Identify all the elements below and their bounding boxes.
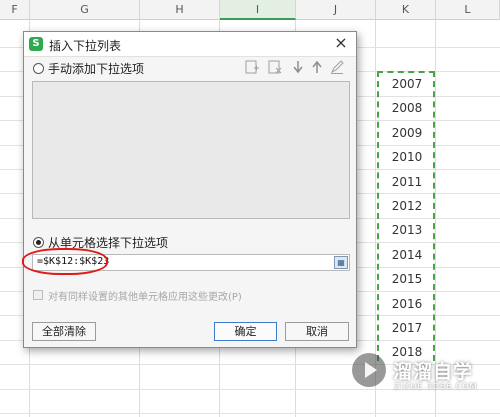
column-k-cell[interactable]: 2016	[378, 292, 436, 316]
ok-button[interactable]: 确定	[214, 322, 277, 341]
column-header-g[interactable]: G	[30, 0, 140, 20]
insert-dropdown-dialog: S 插入下拉列表 × 手动添加下拉选项 从单元格选择下拉选项 =$K$12:$K…	[22, 31, 357, 348]
manual-option-radio[interactable]	[33, 63, 44, 74]
row-gridline	[0, 413, 500, 414]
column-k-cell[interactable]: 2009	[378, 121, 436, 145]
add-item-icon	[244, 60, 260, 76]
delete-item-icon	[267, 60, 283, 76]
column-header-j[interactable]: J	[296, 0, 376, 20]
apply-same-settings-label[interactable]: 对有同样设置的其他单元格应用这些更改(P)	[48, 288, 242, 303]
column-k-cell[interactable]: 2014	[378, 243, 436, 267]
close-icon[interactable]: ×	[332, 33, 350, 53]
column-header-h[interactable]: H	[140, 0, 220, 20]
column-header-i[interactable]: I	[220, 0, 296, 20]
column-k-cell[interactable]: 2015	[378, 267, 436, 291]
range-picker-icon[interactable]: ▦	[334, 256, 348, 269]
column-k-cell[interactable]: 2011	[378, 170, 436, 194]
column-k-cell[interactable]: 2013	[378, 218, 436, 242]
clear-all-button[interactable]: 全部清除	[32, 322, 96, 341]
column-k-cell[interactable]: 2017	[378, 316, 436, 340]
dialog-titlebar[interactable]: S 插入下拉列表 ×	[24, 32, 356, 57]
column-k-cell[interactable]: 2010	[378, 145, 436, 169]
apply-same-settings-checkbox[interactable]	[33, 290, 43, 300]
column-header-l[interactable]: L	[436, 0, 500, 20]
dialog-title: 插入下拉列表	[49, 39, 122, 53]
cell-option-radio[interactable]	[33, 237, 44, 248]
column-k-cell[interactable]: 2007	[378, 72, 436, 96]
red-highlight-ellipse	[22, 248, 108, 275]
column-k-cell[interactable]: 2008	[378, 96, 436, 120]
column-k-cell[interactable]: 2012	[378, 194, 436, 218]
column-header-f[interactable]: F	[0, 0, 30, 20]
watermark-text: 溜溜自学	[393, 361, 474, 383]
edit-icon	[329, 60, 345, 76]
cancel-button[interactable]: 取消	[285, 322, 349, 341]
wps-app-icon: S	[29, 37, 43, 51]
watermark-url: ZIXUE.3D66.COM	[394, 382, 478, 391]
move-up-icon	[309, 60, 325, 76]
watermark-play-icon	[352, 353, 386, 387]
manual-option-label[interactable]: 手动添加下拉选项	[48, 60, 144, 77]
move-down-icon	[290, 60, 306, 76]
column-header-k[interactable]: K	[376, 0, 436, 20]
manual-options-list	[32, 81, 350, 219]
